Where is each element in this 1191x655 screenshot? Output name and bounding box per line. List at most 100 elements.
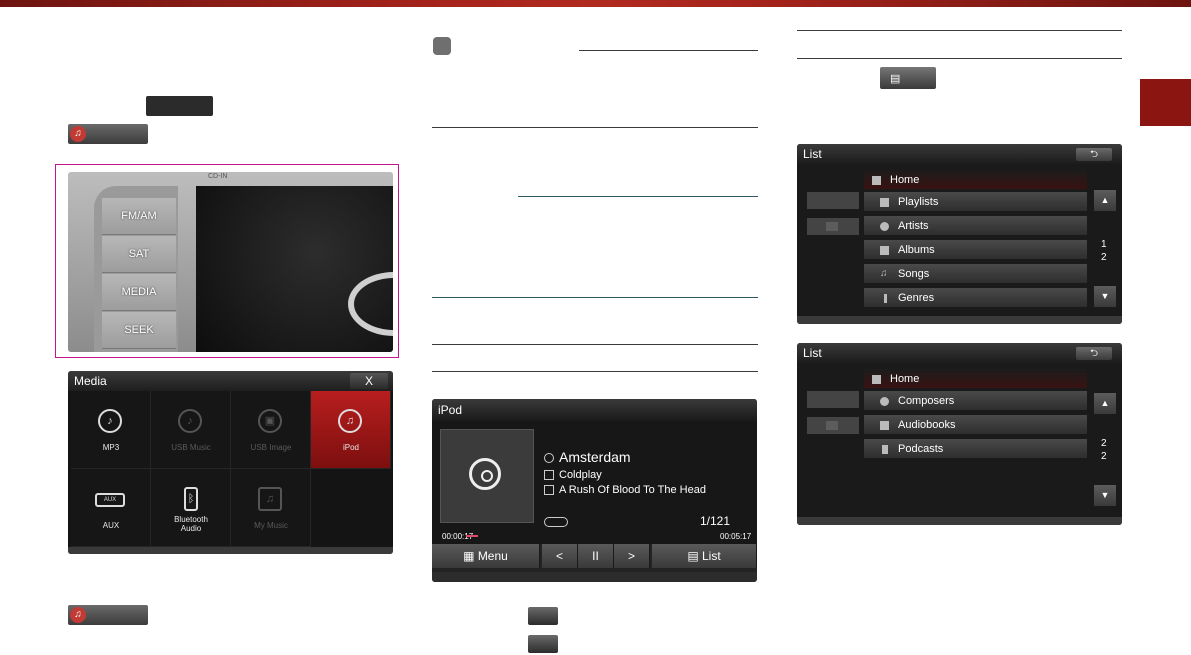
audiobook-icon bbox=[880, 421, 889, 430]
chapter-tab bbox=[1140, 79, 1191, 126]
tile-my-music[interactable]: ♫ My Music bbox=[231, 469, 311, 547]
media-title-bar bbox=[68, 371, 393, 391]
seek-key[interactable]: SEEK bbox=[102, 312, 176, 349]
scroll-up-button[interactable]: ▲ bbox=[1094, 393, 1116, 414]
rule bbox=[432, 371, 758, 372]
hardware-button-column: FM/AM SAT MEDIA SEEK bbox=[94, 186, 178, 352]
list-title: List bbox=[803, 346, 822, 360]
list-item-podcasts[interactable]: Podcasts bbox=[864, 439, 1087, 460]
total-time: 00:05:17 bbox=[720, 532, 752, 541]
close-button[interactable]: X bbox=[350, 373, 388, 389]
inline-key-1 bbox=[528, 607, 558, 625]
scroll-down-button[interactable]: ▼ bbox=[1094, 485, 1116, 506]
play-pause-button[interactable]: II bbox=[578, 544, 614, 568]
ipod-icon: ♫ bbox=[70, 126, 86, 142]
scroll-down-button[interactable]: ▼ bbox=[1094, 286, 1116, 307]
rule bbox=[432, 297, 758, 298]
repeat-icon bbox=[544, 517, 568, 527]
sat-key[interactable]: SAT bbox=[102, 236, 176, 273]
list-screen-page-2: List ⮌ Home Composers Audiobooks Podcast… bbox=[797, 343, 1122, 525]
page-indicator: 12 bbox=[1101, 239, 1107, 263]
media-key[interactable]: MEDIA bbox=[102, 274, 176, 311]
artist-icon bbox=[544, 470, 554, 481]
rule bbox=[797, 30, 1122, 31]
ipod-title-bar: iPod bbox=[432, 399, 757, 421]
composer-icon bbox=[880, 397, 889, 406]
ipod-footer bbox=[432, 572, 757, 582]
rule bbox=[518, 196, 758, 197]
inline-key-2 bbox=[528, 635, 558, 653]
list-item-audiobooks[interactable]: Audiobooks bbox=[864, 415, 1087, 436]
tile-usb-image[interactable]: ▣ USB Image bbox=[231, 391, 311, 469]
music-note-icon: ♫ bbox=[880, 268, 888, 279]
back-button[interactable]: ⮌ bbox=[1076, 148, 1112, 161]
list-item-home[interactable]: Home bbox=[864, 170, 1087, 191]
list-item-songs[interactable]: ♫ Songs bbox=[864, 264, 1087, 285]
home-icon bbox=[872, 375, 881, 384]
playlist-icon bbox=[880, 198, 889, 207]
aux-icon: AUX bbox=[95, 493, 125, 507]
tile-bluetooth-audio[interactable]: ᛒ Bluetooth Audio bbox=[151, 469, 231, 547]
progress-bar[interactable] bbox=[466, 535, 478, 537]
tile-usb-music[interactable]: ♪ USB Music bbox=[151, 391, 231, 469]
list-icon: ▤ bbox=[890, 73, 901, 85]
scroll-up-button[interactable]: ▲ bbox=[1094, 190, 1116, 211]
media-menu-screen: Media X ♪ MP3 ♪ USB Music ▣ USB Image ♫ iPod… bbox=[68, 371, 393, 554]
list-title-bar: List bbox=[797, 343, 1122, 363]
folder-shortcut[interactable] bbox=[807, 417, 859, 434]
list-footer bbox=[797, 316, 1122, 324]
home-shortcut[interactable] bbox=[807, 192, 859, 209]
tile-aux[interactable]: AUX AUX bbox=[71, 469, 151, 547]
genre-icon bbox=[884, 294, 887, 303]
back-button[interactable]: ⮌ bbox=[1076, 347, 1112, 360]
my-music-icon: ♫ bbox=[258, 487, 282, 511]
list-item-albums[interactable]: Albums bbox=[864, 240, 1087, 261]
ipod-playback-screen: iPod Amsterdam Coldplay A Rush Of Blood … bbox=[432, 399, 757, 582]
rule bbox=[432, 127, 758, 128]
artist-name: Coldplay bbox=[544, 469, 602, 481]
menu-button[interactable]: ▦ Menu bbox=[432, 544, 540, 568]
media-key-inline bbox=[146, 96, 213, 116]
usb-image-icon: ▣ bbox=[258, 409, 282, 433]
list-item-genres[interactable]: Genres bbox=[864, 288, 1087, 309]
home-icon bbox=[872, 176, 881, 185]
list-item-artists[interactable]: Artists bbox=[864, 216, 1087, 237]
prev-button[interactable]: < bbox=[542, 544, 578, 568]
head-unit-photo: CD-IN FM/AM SAT MEDIA SEEK bbox=[68, 172, 393, 352]
list-button[interactable]: ▤ List bbox=[652, 544, 757, 568]
rule bbox=[432, 344, 758, 345]
tile-ipod[interactable]: ♫ iPod bbox=[311, 391, 391, 469]
album-art bbox=[440, 429, 534, 523]
usb-music-icon: ♪ bbox=[178, 409, 202, 433]
ipod-title: iPod bbox=[438, 403, 463, 417]
track-counter: 1/121 bbox=[700, 514, 731, 528]
page-indicator: 22 bbox=[1101, 438, 1107, 462]
list-item-home[interactable]: Home bbox=[864, 369, 1087, 390]
control-bar: ▦ Menu < II > ▤ List bbox=[432, 544, 757, 572]
home-shortcut[interactable] bbox=[807, 391, 859, 408]
folder-shortcut[interactable] bbox=[807, 218, 859, 235]
ipod-icon: ♫ bbox=[70, 607, 86, 623]
ipod-icon: ♫ bbox=[338, 409, 362, 433]
album-icon bbox=[880, 246, 889, 255]
next-button[interactable]: > bbox=[614, 544, 650, 568]
menu-icon: ▦ bbox=[463, 549, 478, 563]
list-screen-page-1: List ⮌ Home Playlists Artists Albums ♫ So… bbox=[797, 144, 1122, 324]
tile-mp3[interactable]: ♪ MP3 bbox=[71, 391, 151, 469]
media-title: Media bbox=[74, 374, 107, 388]
list-icon: ▤ bbox=[687, 549, 702, 563]
list-title-bar: List bbox=[797, 144, 1122, 164]
artist-icon bbox=[880, 222, 889, 231]
track-icon bbox=[544, 453, 554, 464]
list-item-composers[interactable]: Composers bbox=[864, 391, 1087, 412]
top-accent-bar bbox=[0, 0, 1191, 7]
list-key-inline: ▤ bbox=[880, 67, 936, 89]
fm-am-key[interactable]: FM/AM bbox=[102, 198, 176, 235]
disc-icon bbox=[469, 458, 501, 490]
list-footer bbox=[797, 517, 1122, 525]
list-title: List bbox=[803, 147, 822, 161]
list-item-playlists[interactable]: Playlists bbox=[864, 192, 1087, 213]
album-icon bbox=[544, 485, 554, 496]
bluetooth-icon: ᛒ bbox=[184, 487, 198, 511]
rule bbox=[579, 50, 758, 51]
